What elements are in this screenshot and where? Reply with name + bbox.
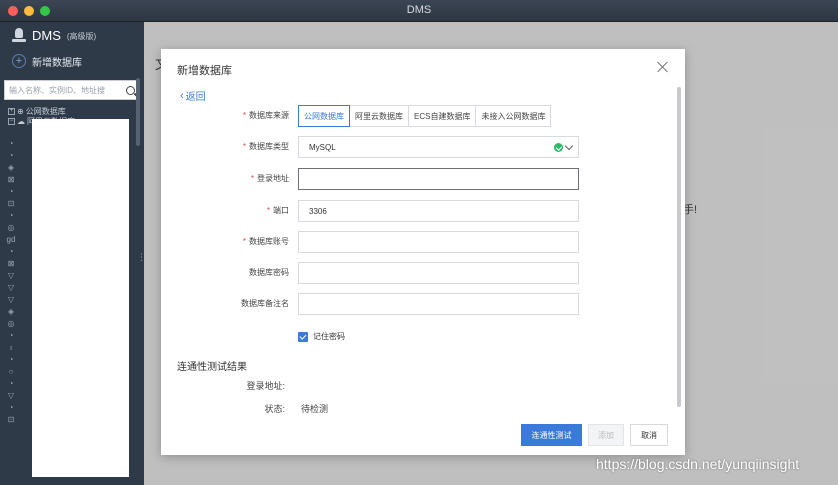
port-input[interactable] — [309, 206, 568, 216]
dms-logo-icon — [12, 28, 26, 42]
db-icon: ○ — [8, 367, 14, 376]
field-label: * 端口 — [266, 206, 289, 215]
tree-list-panel — [32, 119, 129, 477]
field-label: * 数据库来源 — [242, 111, 289, 120]
db-icon: ◔ — [8, 331, 14, 340]
row-host: * 登录地址 — [161, 168, 685, 190]
db-type-select[interactable]: MySQL — [298, 136, 579, 158]
expand-icon[interactable]: + — [8, 107, 15, 115]
search-input[interactable] — [9, 85, 126, 95]
sidebar-scrollbar[interactable] — [136, 78, 140, 146]
row-alias: 数据库备注名 — [161, 293, 685, 315]
tree-node-public[interactable]: + ⊕ 公网数据库 — [8, 106, 144, 116]
source-segmented-control: 公网数据库 阿里云数据库 ECS自建数据库 未接入公网数据库 — [298, 105, 552, 127]
back-link[interactable]: ‹ 返回 — [180, 88, 206, 104]
host-input[interactable] — [309, 174, 568, 184]
test-status-label: 状态: — [264, 404, 285, 414]
test-status-value: 待检测 — [301, 404, 329, 414]
plus-circle-icon: + — [12, 54, 26, 68]
back-label: 返回 — [185, 92, 206, 103]
row-source: * 数据库来源 公网数据库 阿里云数据库 ECS自建数据库 未接入公网数据库 — [161, 105, 685, 127]
db-icon: ◔ — [8, 187, 14, 196]
watermark: https://blog.csdn.net/yunqiinsight — [596, 456, 800, 472]
tree-partial-label: gd — [6, 235, 16, 244]
remember-password-label: 记住密码 — [313, 332, 345, 341]
search-box — [4, 80, 140, 100]
account-input[interactable] — [309, 237, 568, 247]
chevron-down-icon — [564, 141, 574, 151]
field-label: * 数据库账号 — [242, 237, 289, 246]
port-field[interactable] — [298, 200, 579, 222]
source-option-public[interactable]: 公网数据库 — [298, 105, 350, 127]
field-label: 数据库密码 — [249, 268, 289, 277]
cloud-icon: ☁ — [17, 116, 25, 126]
db-icon: ◎ — [7, 319, 15, 328]
new-database-button[interactable]: + 新增数据库 — [0, 48, 144, 74]
password-field[interactable] — [298, 262, 579, 284]
db-type-value: MySQL — [309, 142, 336, 152]
db-icon: ◈ — [7, 163, 15, 172]
window-title: DMS — [406, 4, 432, 16]
db-icon: ⊡ — [7, 415, 15, 424]
brand-name: DMS — [32, 27, 61, 43]
test-connection-button[interactable]: 连通性测试 — [521, 424, 582, 446]
tree-icon-column: ◔ ◔ ◈ ⊠ ◔ ⊡ ◔ ◎ gd ◔ ⊠ ▽ ▽ ▽ ◈ ◎ ◔ ♁ ◔ ○… — [4, 138, 18, 426]
add-button[interactable]: 添加 — [588, 424, 624, 446]
password-input[interactable] — [309, 268, 568, 278]
db-icon: ◔ — [8, 403, 14, 412]
db-icon: ◔ — [8, 211, 14, 220]
db-icon: ▽ — [7, 271, 15, 280]
chevron-left-icon: ‹ — [180, 89, 184, 102]
host-field[interactable] — [298, 168, 579, 190]
db-icon: ◔ — [8, 139, 14, 148]
remember-password-checkbox[interactable] — [298, 331, 308, 342]
row-account: * 数据库账号 — [161, 231, 685, 253]
db-icon: ▽ — [7, 391, 15, 400]
db-icon: ▽ — [7, 295, 15, 304]
row-port: * 端口 — [161, 200, 685, 222]
row-type: * 数据库类型 MySQL — [161, 136, 685, 158]
db-icon: ◎ — [7, 223, 15, 232]
db-icon: ⊠ — [7, 259, 15, 268]
collapse-icon[interactable]: − — [8, 117, 15, 125]
new-database-label: 新增数据库 — [32, 57, 82, 69]
globe-icon: ⊕ — [17, 106, 24, 116]
db-icon: ◔ — [8, 247, 14, 256]
close-icon[interactable] — [657, 61, 669, 73]
add-database-dialog: 新增数据库 ‹ 返回 * 数据库来源 公网数据库 阿里云数据库 ECS自建数据库 … — [161, 49, 685, 455]
brand: DMS (高级版) — [0, 22, 144, 48]
search-icon[interactable] — [126, 85, 135, 95]
dialog-title: 新增数据库 — [177, 65, 232, 77]
brand-edition: (高级版) — [66, 32, 97, 41]
db-icon: ♁ — [8, 343, 14, 352]
cancel-button[interactable]: 取消 — [630, 424, 668, 446]
field-label: * 登录地址 — [250, 174, 289, 183]
db-icon: ◈ — [7, 307, 15, 316]
window-titlebar: DMS — [0, 0, 838, 22]
db-icon: ◔ — [8, 379, 14, 388]
db-icon: ⊡ — [7, 199, 15, 208]
panel-splitter-handle[interactable]: ⋮⋮ — [137, 252, 155, 263]
check-circle-icon — [554, 143, 563, 152]
alias-field[interactable] — [298, 293, 579, 315]
db-icon: ◔ — [8, 355, 14, 364]
remember-password[interactable]: 记住密码 — [298, 331, 345, 342]
test-result-title: 连通性测试结果 — [177, 362, 247, 373]
source-option-aliyun[interactable]: 阿里云数据库 — [349, 105, 409, 127]
db-icon: ▽ — [7, 283, 15, 292]
test-host-label: 登录地址: — [246, 381, 285, 391]
db-icon: ⊠ — [7, 175, 15, 184]
row-password: 数据库密码 — [161, 262, 685, 284]
field-label: 数据库备注名 — [241, 299, 289, 308]
alias-input[interactable] — [309, 299, 568, 309]
account-field[interactable] — [298, 231, 579, 253]
field-label: * 数据库类型 — [242, 142, 289, 151]
source-option-unlinked[interactable]: 未接入公网数据库 — [475, 105, 552, 127]
dialog-scrollbar[interactable] — [677, 87, 681, 407]
db-icon: ◔ — [8, 151, 14, 160]
source-option-ecs[interactable]: ECS自建数据库 — [408, 105, 477, 127]
